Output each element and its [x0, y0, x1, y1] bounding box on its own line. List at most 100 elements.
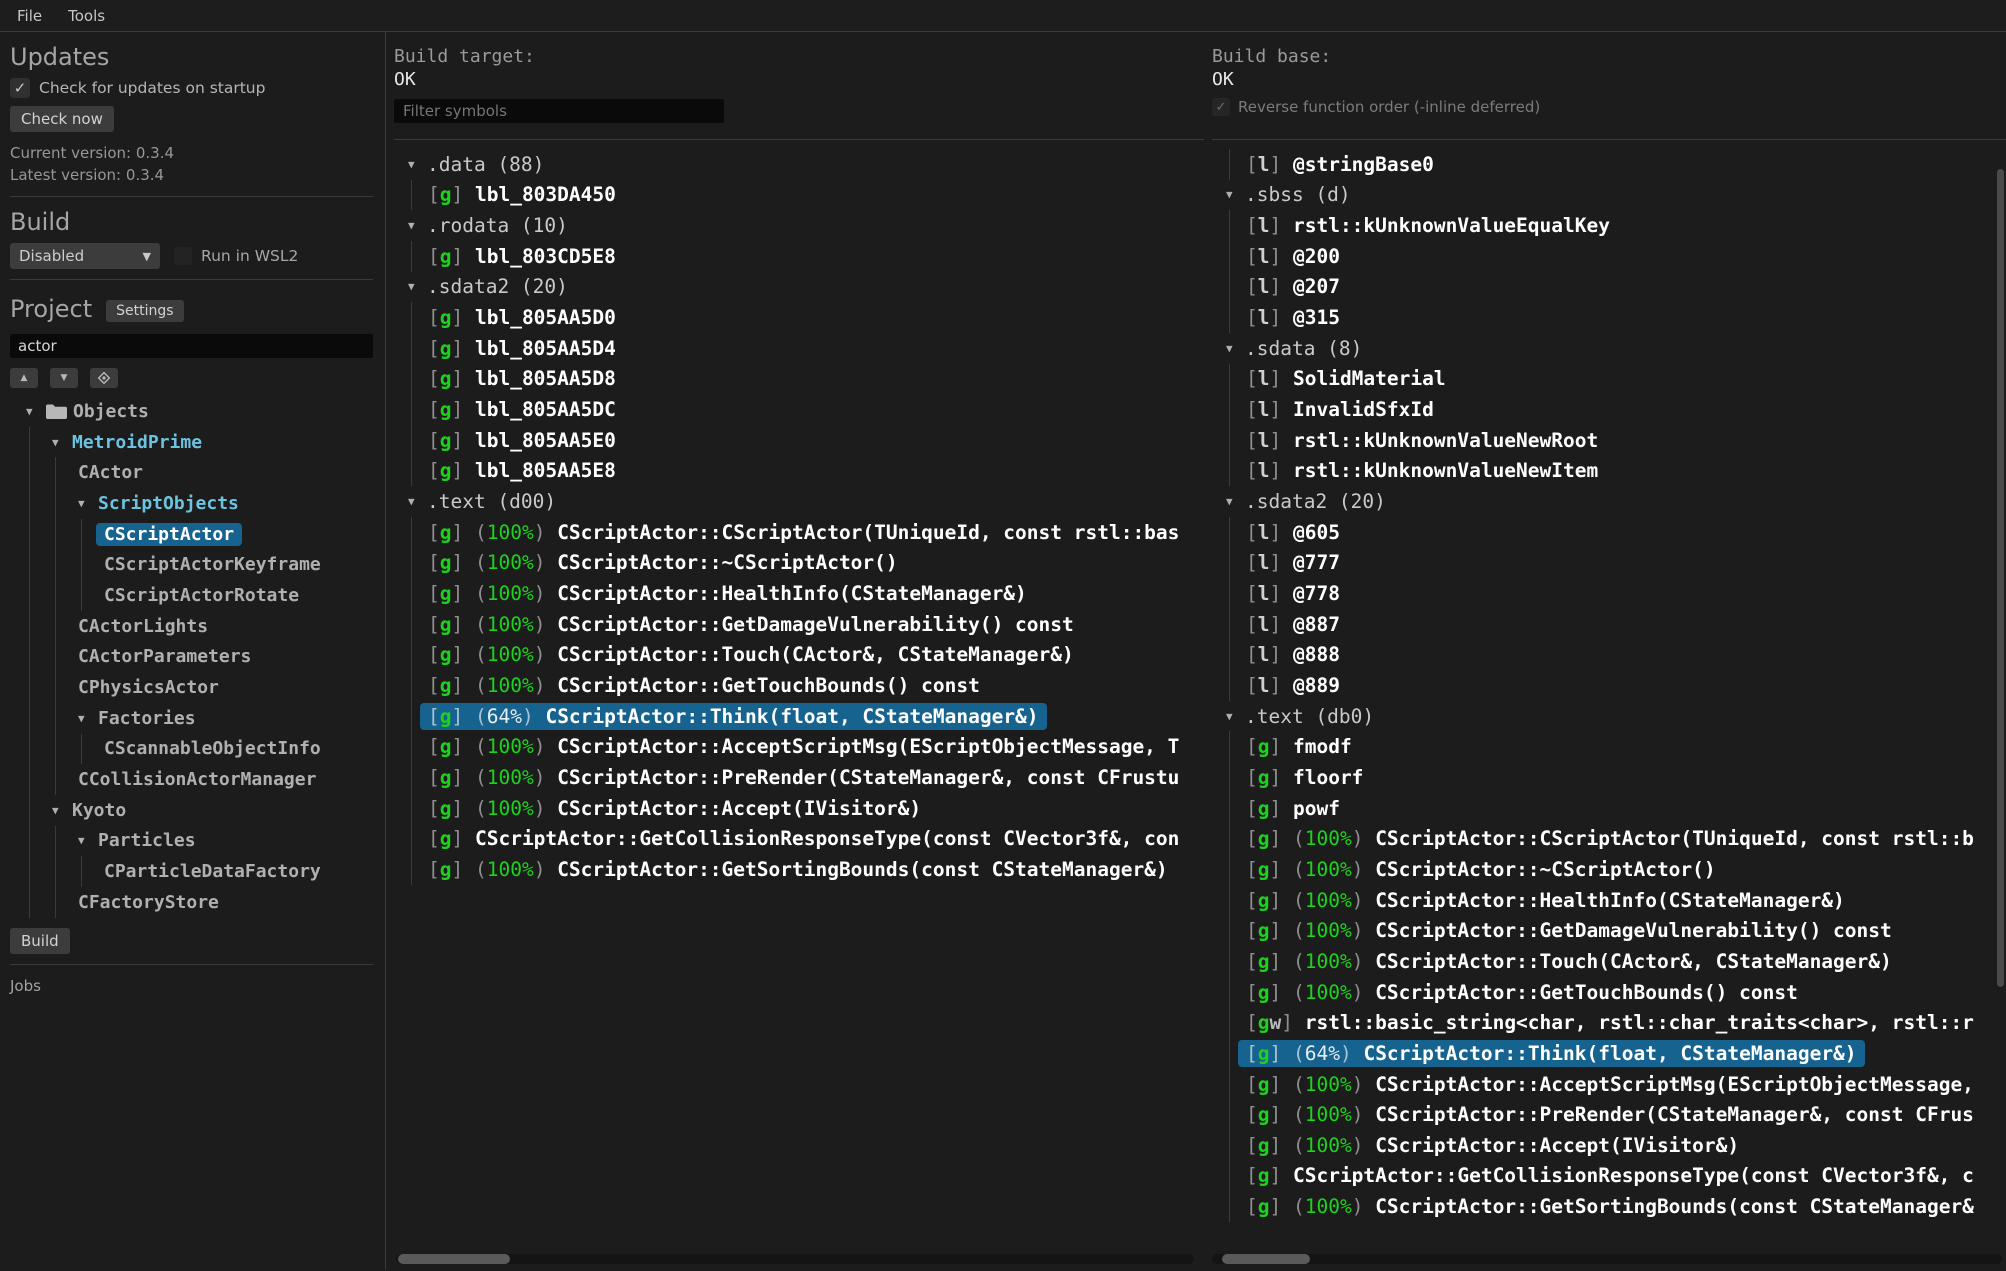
symbol-row[interactable]: [l] rstl::kUnknownValueNewItem [1230, 456, 2006, 487]
section-header[interactable]: ▼.rodata (10) [394, 210, 1204, 241]
symbol-row[interactable]: [g] (100%) CScriptActor::GetDamageVulner… [412, 609, 1204, 640]
symbol-row[interactable]: [g] (64%) CScriptActor::Think(float, CSt… [1230, 1038, 2006, 1069]
section-header[interactable]: ▼.sdata2 (20) [1212, 486, 2006, 517]
symbol-row[interactable]: [g] lbl_805AA5E0 [412, 425, 1204, 456]
tree-item[interactable]: CScriptActor [10, 519, 373, 550]
tree-item[interactable]: ▼Kyoto [10, 795, 373, 826]
tree-item[interactable]: CPhysicsActor [10, 672, 373, 703]
symbol-row[interactable]: [g] powf [1230, 793, 2006, 824]
symbol-row[interactable]: [g] (100%) CScriptActor::~CScriptActor() [1230, 854, 2006, 885]
symbol-row[interactable]: [g] CScriptActor::GetCollisionResponseTy… [1230, 1161, 2006, 1192]
checkbox-unchecked-icon[interactable] [174, 247, 192, 265]
symbol-row[interactable]: [g] fmodf [1230, 731, 2006, 762]
collapse-triangle-icon[interactable]: ▼ [408, 495, 427, 508]
symbol-row[interactable]: [l] @stringBase0 [1230, 149, 2006, 180]
base-vertical-scrollbar[interactable] [1997, 169, 2004, 987]
collapse-triangle-icon[interactable]: ▼ [78, 712, 98, 725]
symbol-row[interactable]: [l] @207 [1230, 272, 2006, 303]
symbol-row[interactable]: [gw] rstl::basic_string<char, rstl::char… [1230, 1007, 2006, 1038]
tree-item[interactable]: ▼Objects [10, 396, 373, 427]
symbol-row[interactable]: [l] SolidMaterial [1230, 364, 2006, 395]
symbol-row[interactable]: [g] (100%) CScriptActor::Touch(CActor&, … [412, 640, 1204, 671]
collapse-triangle-icon[interactable]: ▼ [52, 436, 72, 449]
wsl-checkbox[interactable]: Run in WSL2 [174, 247, 298, 265]
section-header[interactable]: ▼.text (d00) [394, 486, 1204, 517]
scrollbar-thumb[interactable] [398, 1254, 510, 1264]
symbol-row[interactable]: [g] lbl_805AA5D8 [412, 364, 1204, 395]
tree-item[interactable]: CActor [10, 457, 373, 488]
build-mode-dropdown[interactable]: Disabled ▼ [10, 243, 160, 269]
symbol-row[interactable]: [l] @315 [1230, 302, 2006, 333]
tree-item[interactable]: ▼MetroidPrime [10, 427, 373, 458]
symbol-row[interactable]: [g] lbl_803DA450 [412, 180, 1204, 211]
tree-item[interactable]: CScriptActorKeyframe [10, 549, 373, 580]
tree-item[interactable]: ▼ScriptObjects [10, 488, 373, 519]
symbol-row[interactable]: [g] lbl_803CD5E8 [412, 241, 1204, 272]
symbol-row[interactable]: [g] (100%) CScriptActor::GetTouchBounds(… [412, 670, 1204, 701]
symbol-row[interactable]: [l] InvalidSfxId [1230, 394, 2006, 425]
collapse-triangle-icon[interactable]: ▼ [1226, 495, 1245, 508]
symbol-row[interactable]: [g] (100%) CScriptActor::HealthInfo(CSta… [412, 578, 1204, 609]
symbol-row[interactable]: [g] floorf [1230, 762, 2006, 793]
collapse-triangle-icon[interactable]: ▼ [78, 834, 98, 847]
tree-item[interactable]: CScriptActorRotate [10, 580, 373, 611]
section-header[interactable]: ▼.sdata (8) [1212, 333, 2006, 364]
symbol-row[interactable]: [g] (64%) CScriptActor::Think(float, CSt… [412, 701, 1204, 732]
search-next-button[interactable]: ▼ [50, 368, 78, 388]
symbol-row[interactable]: [g] (100%) CScriptActor::CScriptActor(TU… [412, 517, 1204, 548]
symbol-row[interactable]: [l] @889 [1230, 670, 2006, 701]
symbol-row[interactable]: [g] (100%) CScriptActor::~CScriptActor() [412, 548, 1204, 579]
check-updates-checkbox[interactable]: ✓ Check for updates on startup [10, 78, 373, 98]
collapse-triangle-icon[interactable]: ▼ [408, 158, 427, 171]
symbol-row[interactable]: [g] (100%) CScriptActor::GetSortingBound… [1230, 1191, 2006, 1222]
symbol-row[interactable]: [g] (100%) CScriptActor::Accept(IVisitor… [412, 793, 1204, 824]
symbol-row[interactable]: [g] (100%) CScriptActor::GetSortingBound… [412, 854, 1204, 885]
collapse-triangle-icon[interactable]: ▼ [1226, 710, 1245, 723]
symbol-row[interactable]: [g] (100%) CScriptActor::GetDamageVulner… [1230, 915, 2006, 946]
object-search-input[interactable] [10, 334, 373, 358]
menu-file[interactable]: File [17, 7, 42, 25]
symbol-row[interactable]: [g] (100%) CScriptActor::Accept(IVisitor… [1230, 1130, 2006, 1161]
tree-item[interactable]: CScannableObjectInfo [10, 734, 373, 765]
symbol-row[interactable]: [l] @778 [1230, 578, 2006, 609]
collapse-triangle-icon[interactable]: ▼ [26, 405, 46, 418]
symbol-row[interactable]: [l] rstl::kUnknownValueEqualKey [1230, 210, 2006, 241]
symbol-row[interactable]: [g] (100%) CScriptActor::HealthInfo(CSta… [1230, 885, 2006, 916]
tree-item[interactable]: ▼Particles [10, 826, 373, 857]
symbol-row[interactable]: [l] @888 [1230, 640, 2006, 671]
locate-current-button[interactable] [90, 368, 118, 388]
collapse-triangle-icon[interactable]: ▼ [408, 219, 427, 232]
section-header[interactable]: ▼.data (88) [394, 149, 1204, 180]
symbol-row[interactable]: [g] (100%) CScriptActor::AcceptScriptMsg… [1230, 1069, 2006, 1100]
symbol-row[interactable]: [g] lbl_805AA5D0 [412, 302, 1204, 333]
search-prev-button[interactable]: ▲ [10, 368, 38, 388]
symbol-row[interactable]: [l] rstl::kUnknownValueNewRoot [1230, 425, 2006, 456]
tree-item[interactable]: CActorLights [10, 611, 373, 642]
section-header[interactable]: ▼.text (db0) [1212, 701, 2006, 732]
tree-item[interactable]: CFactoryStore [10, 887, 373, 918]
symbol-row[interactable]: [g] (100%) CScriptActor::PreRender(CStat… [412, 762, 1204, 793]
collapse-triangle-icon[interactable]: ▼ [1226, 342, 1245, 355]
symbol-row[interactable]: [g] (100%) CScriptActor::PreRender(CStat… [1230, 1099, 2006, 1130]
base-horizontal-scrollbar[interactable] [1212, 1254, 2002, 1264]
symbol-row[interactable]: [g] (100%) CScriptActor::GetTouchBounds(… [1230, 977, 2006, 1008]
collapse-triangle-icon[interactable]: ▼ [78, 497, 98, 510]
symbol-filter-input[interactable] [394, 99, 724, 123]
symbol-row[interactable]: [g] (100%) CScriptActor::AcceptScriptMsg… [412, 731, 1204, 762]
collapse-triangle-icon[interactable]: ▼ [52, 804, 72, 817]
symbol-row[interactable]: [l] @200 [1230, 241, 2006, 272]
symbol-row[interactable]: [g] lbl_805AA5DC [412, 394, 1204, 425]
section-header[interactable]: ▼.sbss (d) [1212, 180, 2006, 211]
project-settings-button[interactable]: Settings [106, 300, 183, 322]
tree-item[interactable]: ▼Factories [10, 703, 373, 734]
tree-item[interactable]: CCollisionActorManager [10, 764, 373, 795]
tree-item[interactable]: CActorParameters [10, 642, 373, 673]
build-button[interactable]: Build [10, 928, 70, 954]
target-horizontal-scrollbar[interactable] [396, 1254, 1194, 1264]
check-now-button[interactable]: Check now [10, 106, 114, 132]
section-header[interactable]: ▼.sdata2 (20) [394, 272, 1204, 303]
symbol-row[interactable]: [g] (100%) CScriptActor::CScriptActor(TU… [1230, 823, 2006, 854]
symbol-row[interactable]: [l] @887 [1230, 609, 2006, 640]
reverse-order-checkbox[interactable]: ✓ Reverse function order (-inline deferr… [1212, 98, 2006, 116]
collapse-triangle-icon[interactable]: ▼ [408, 280, 427, 293]
